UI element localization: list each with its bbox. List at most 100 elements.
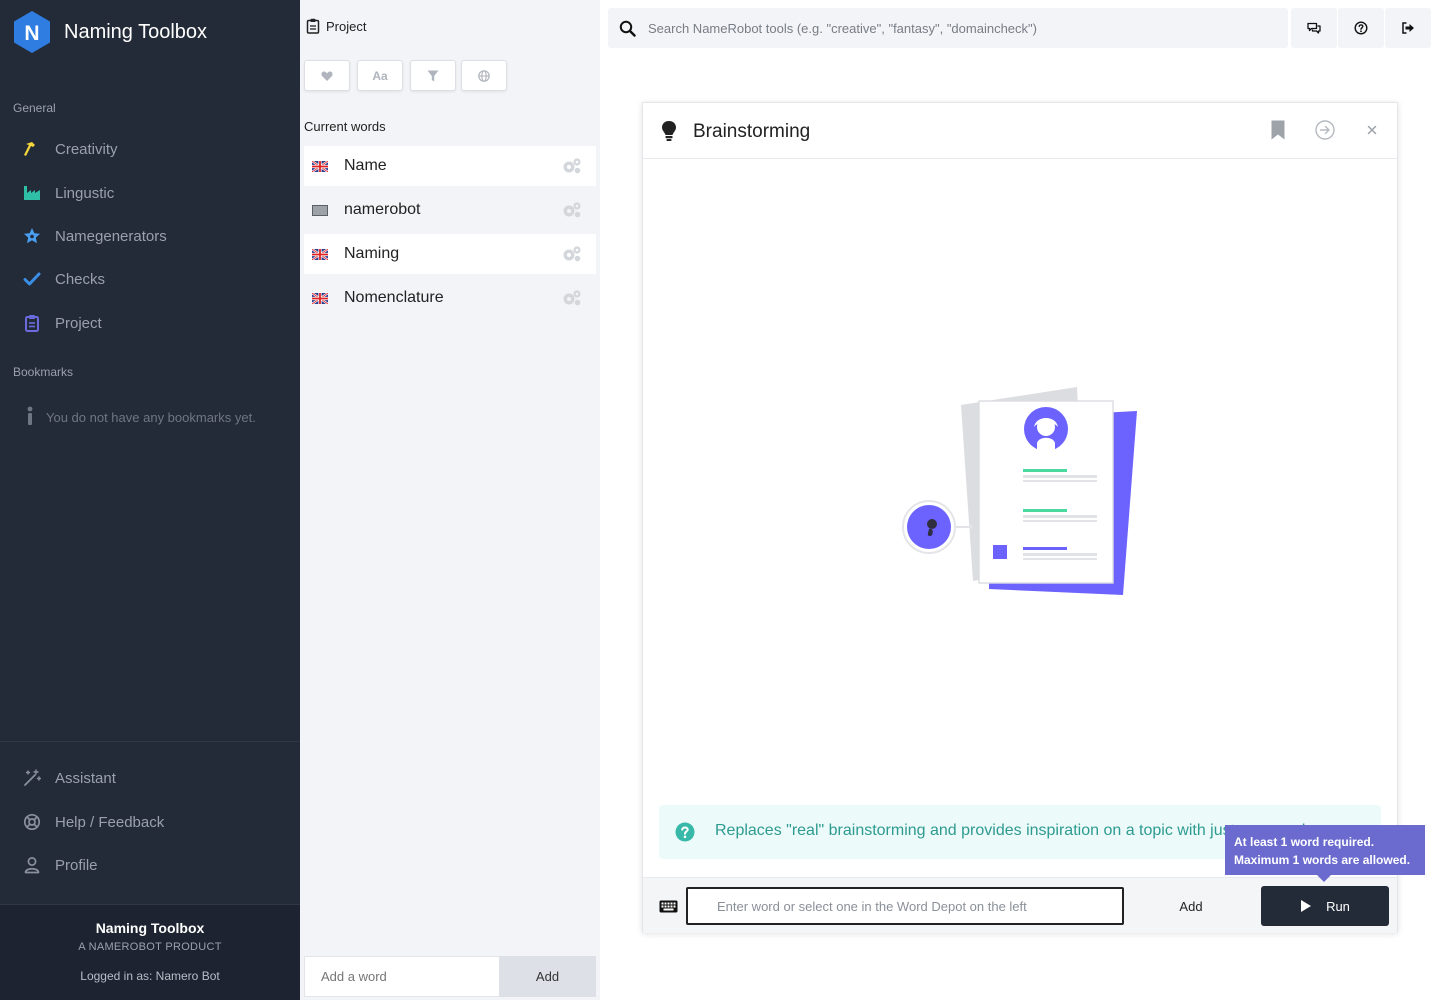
profile-documents-illustration	[902, 387, 1137, 595]
bookmarks-empty-text: You do not have any bookmarks yet.	[46, 410, 256, 425]
sidebar-item-project[interactable]: Project	[22, 311, 102, 335]
sidebar-item-label: Creativity	[55, 140, 118, 158]
word-list-item[interactable]: namerobot	[304, 190, 596, 230]
logo-letter: N	[24, 22, 39, 45]
font-case-icon: Aa	[372, 68, 388, 83]
uk-flag-icon	[312, 248, 328, 260]
word-text: Nomenclature	[344, 289, 444, 306]
panel-input-bar: Add Run	[643, 877, 1397, 933]
depot-title-text: Project	[326, 18, 367, 34]
check-icon	[22, 269, 42, 289]
sidebar-item-label: Namegenerators	[55, 227, 167, 245]
sidebar-item-label: Lingustic	[55, 184, 115, 202]
naming-toolbox-logo-icon: N	[14, 11, 50, 53]
filter-icon	[427, 70, 439, 81]
bookmark-button[interactable]	[1267, 119, 1289, 141]
sidebar-item-lingustic[interactable]: Lingustic	[22, 181, 114, 205]
word-text: Naming	[344, 245, 400, 262]
close-button[interactable]	[1362, 119, 1382, 141]
favorites-filter-button[interactable]	[304, 60, 350, 91]
current-words-label: Current words	[304, 119, 386, 134]
general-section-label: General	[13, 101, 56, 115]
logout-button[interactable]	[1385, 8, 1431, 48]
bookmark-icon	[1271, 120, 1285, 140]
sidebar-item-creativity[interactable]: Creativity	[22, 137, 118, 161]
footer-title: Naming Toolbox	[95, 920, 205, 936]
bookmarks-section-label: Bookmarks	[13, 365, 74, 379]
run-button[interactable]: Run	[1261, 886, 1389, 926]
sidebar-item-label: Profile	[55, 856, 98, 874]
brand-name: Naming Toolbox	[64, 20, 208, 43]
run-button-label: Run	[1326, 898, 1350, 914]
gears-icon[interactable]	[562, 245, 582, 263]
word-list-item[interactable]: Name	[304, 146, 596, 186]
arrow-right-circle-icon	[1315, 120, 1335, 140]
tooltip-line-1: At least 1 word required.	[1234, 835, 1375, 849]
uk-flag-icon	[312, 292, 328, 304]
heart-icon	[321, 70, 333, 81]
sidebar-item-label: Help / Feedback	[55, 813, 165, 831]
add-word-input[interactable]	[304, 956, 500, 997]
close-icon	[1367, 125, 1377, 135]
open-tool-button[interactable]	[1314, 119, 1336, 141]
depot-title: Project	[306, 18, 366, 34]
lightbulb-icon	[662, 121, 676, 141]
sidebar-footer: Naming Toolbox A NAMEROBOT PRODUCT Logge…	[0, 904, 300, 1000]
info-icon	[26, 406, 36, 429]
sidebar-item-profile[interactable]: Profile	[22, 853, 98, 877]
word-text: Name	[344, 157, 387, 174]
gears-icon[interactable]	[562, 289, 582, 307]
word-list-item[interactable]: Nomenclature	[304, 278, 596, 318]
user-icon	[22, 855, 42, 875]
clipboard-icon	[22, 313, 42, 333]
lifebuoy-icon	[22, 812, 42, 832]
font-case-filter-button[interactable]: Aa	[357, 60, 403, 91]
filter-button[interactable]	[410, 60, 456, 91]
logged-in-as: Logged in as: Namero Bot	[80, 969, 220, 983]
word-text: namerobot	[344, 201, 421, 218]
factory-icon	[22, 183, 42, 203]
panel-title: Brainstorming	[693, 121, 811, 142]
gears-icon[interactable]	[562, 201, 582, 219]
add-word-button[interactable]: Add	[499, 956, 596, 997]
sidebar-item-label: Assistant	[55, 769, 116, 787]
sidebar-item-checks[interactable]: Checks	[22, 267, 105, 291]
chat-button[interactable]	[1291, 8, 1337, 48]
clipboard-icon	[306, 18, 320, 34]
help-button[interactable]	[1338, 8, 1384, 48]
search-icon	[619, 20, 636, 37]
footer-subtitle: A NAMEROBOT PRODUCT	[78, 941, 222, 953]
search-input[interactable]	[648, 20, 1268, 36]
sidebar-item-namegenerators[interactable]: Namegenerators	[22, 224, 167, 248]
sidebar-item-help-feedback[interactable]: Help / Feedback	[22, 810, 164, 834]
magic-wand-icon	[22, 768, 42, 788]
brainstorming-panel: Brainstorming Replaces "real" brainstorm…	[642, 102, 1398, 933]
sidebar-divider	[0, 741, 300, 742]
sidebar: N Naming Toolbox General Creativity Ling…	[0, 0, 300, 1000]
gears-icon[interactable]	[562, 157, 582, 175]
sidebar-item-assistant[interactable]: Assistant	[22, 766, 116, 790]
help-circle-icon	[1354, 21, 1368, 35]
tooltip-line-2: Maximum 1 words are allowed.	[1234, 853, 1411, 867]
word-list-item[interactable]: Naming	[304, 234, 596, 274]
tool-description-text: Replaces "real" brainstorming and provid…	[715, 822, 1310, 839]
hammer-icon	[22, 139, 42, 159]
sidebar-item-label: Project	[55, 314, 102, 332]
language-filter-button[interactable]	[461, 60, 507, 91]
word-input[interactable]	[686, 887, 1124, 925]
panel-header: Brainstorming	[643, 103, 1397, 159]
question-circle-icon	[675, 822, 695, 842]
bookmarks-empty-message: You do not have any bookmarks yet.	[26, 406, 256, 429]
chat-icon	[1307, 22, 1321, 34]
tool-search[interactable]	[608, 8, 1288, 48]
word-depot: Project Aa Current words Name namerobot …	[300, 0, 600, 1000]
play-icon	[1301, 900, 1312, 912]
validation-tooltip: At least 1 word required. Maximum 1 word…	[1225, 825, 1425, 882]
logout-icon	[1402, 22, 1414, 34]
star-icon	[22, 226, 42, 246]
uk-flag-icon	[312, 160, 328, 172]
add-button[interactable]: Add	[1149, 887, 1233, 925]
keyboard-icon[interactable]	[659, 900, 678, 913]
brand[interactable]: N Naming Toolbox	[13, 10, 207, 54]
globe-icon	[478, 69, 490, 82]
